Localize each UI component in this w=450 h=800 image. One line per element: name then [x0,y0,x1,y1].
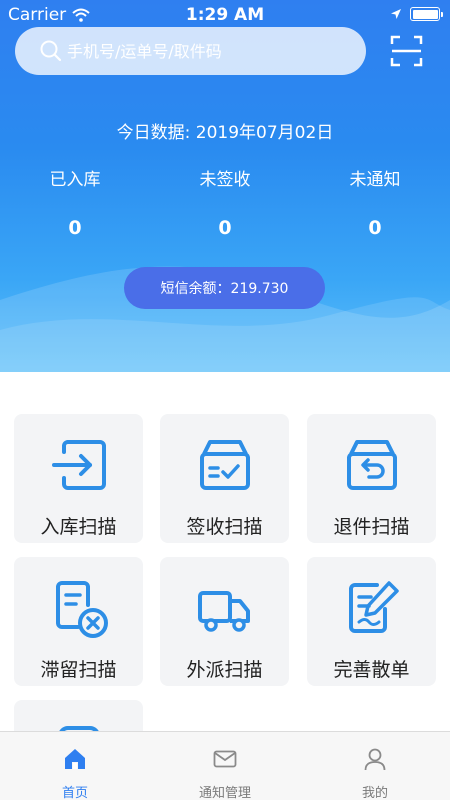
tab-label: 我的 [361,786,388,800]
home-icon [65,749,85,769]
battery-icon [410,7,443,21]
clock: 1:29 AM [185,5,265,25]
battery-fill [412,9,438,19]
status-bar: Carrier 1:29 AM [0,0,450,30]
sms-balance-pill[interactable]: 短信余额：219.730 [124,267,325,309]
stat-value-in-stock[interactable]: 0 [0,217,150,239]
action-label: 外派扫描 [186,659,263,681]
location-arrow-icon [391,9,401,19]
tab-profile[interactable]: 我的 [300,732,450,800]
action-label: 签收扫描 [186,516,263,538]
stat-label-unsigned: 未签收 [199,170,251,190]
action-label: 完善散单 [333,659,410,681]
stat-value-unnotified[interactable]: 0 [300,217,450,239]
tab-notifications[interactable]: 通知管理 [150,732,300,800]
action-complete-orders[interactable]: 完善散单 [307,557,436,686]
tab-label: 通知管理 [198,786,251,800]
stock-in-icon [52,440,106,490]
stat-label-unnotified: 未通知 [349,170,401,190]
action-dispatch[interactable]: 外派扫描 [160,557,289,686]
action-sign[interactable]: 签收扫描 [160,414,289,543]
action-retention[interactable]: 滞留扫描 [14,557,143,686]
action-label: 滞留扫描 [40,659,117,681]
action-label: 退件扫描 [333,516,410,538]
action-return[interactable]: 退件扫描 [307,414,436,543]
user-icon [364,748,386,771]
scan-icon[interactable] [390,34,424,68]
action-label: 入库扫描 [40,516,117,538]
stat-value-unsigned[interactable]: 0 [150,217,300,239]
today-date: 今日数据: 2019年07月02日 [116,123,334,143]
sign-box-icon [200,440,250,490]
tab-bar: 首页 通知管理 我的 [0,731,450,800]
status-right [390,7,443,21]
action-stock-in[interactable]: 入库扫描 [14,414,143,543]
search-input[interactable] [67,41,357,61]
mail-icon [213,750,237,768]
retention-doc-icon [56,581,108,638]
stat-label-in-stock: 已入库 [49,170,101,190]
edit-doc-icon [349,581,399,633]
tab-home[interactable]: 首页 [0,732,150,800]
search-icon [40,40,62,62]
tab-label: 首页 [61,786,88,800]
delivery-truck-icon [198,591,250,632]
search-bar[interactable] [15,27,366,75]
return-box-icon [347,440,397,490]
sms-balance-text: 短信余额：219.730 [160,281,289,297]
